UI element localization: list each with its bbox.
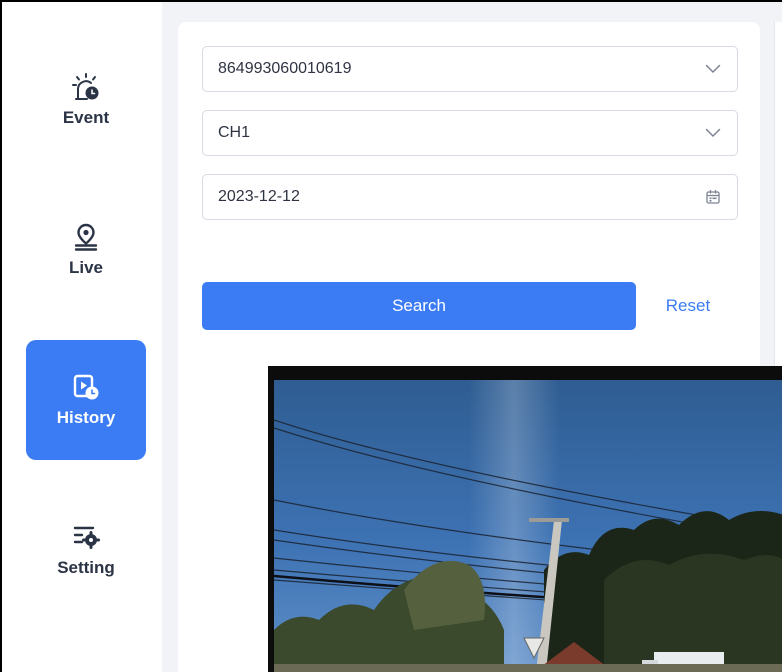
sidebar-item-label: Event	[62, 108, 110, 127]
sidebar-item-setting[interactable]: Setting	[26, 490, 146, 610]
device-select[interactable]: 864993060010619	[202, 46, 738, 92]
search-button[interactable]: Search	[202, 282, 636, 330]
location-pin-icon	[71, 222, 101, 252]
settings-list-icon	[71, 522, 101, 552]
sidebar-item-event[interactable]: Event	[26, 40, 146, 160]
date-picker-value: 2023-12-12	[218, 188, 300, 205]
sidebar: Event Live History Setting	[2, 2, 162, 672]
chevron-down-icon	[703, 123, 723, 143]
sidebar-item-history[interactable]: History	[26, 340, 146, 460]
video-player[interactable]	[268, 366, 782, 672]
video-frame	[274, 380, 782, 672]
alarm-light-icon	[71, 72, 101, 102]
video-history-icon	[71, 372, 101, 402]
device-select-value: 864993060010619	[218, 60, 352, 77]
chevron-down-icon	[703, 59, 723, 79]
channel-select-value: CH1	[218, 124, 251, 141]
date-picker[interactable]: 2023-12-12	[202, 174, 738, 220]
sidebar-item-live[interactable]: Live	[26, 190, 146, 310]
sidebar-item-label: Setting	[57, 558, 115, 577]
reset-button[interactable]: Reset	[648, 282, 728, 330]
sidebar-item-label: Live	[68, 258, 104, 277]
channel-select[interactable]: CH1	[202, 110, 738, 156]
app-window: Event Live History Setting 8649930600106…	[2, 2, 782, 672]
calendar-icon[interactable]	[703, 187, 723, 207]
sidebar-item-label: History	[56, 408, 116, 427]
